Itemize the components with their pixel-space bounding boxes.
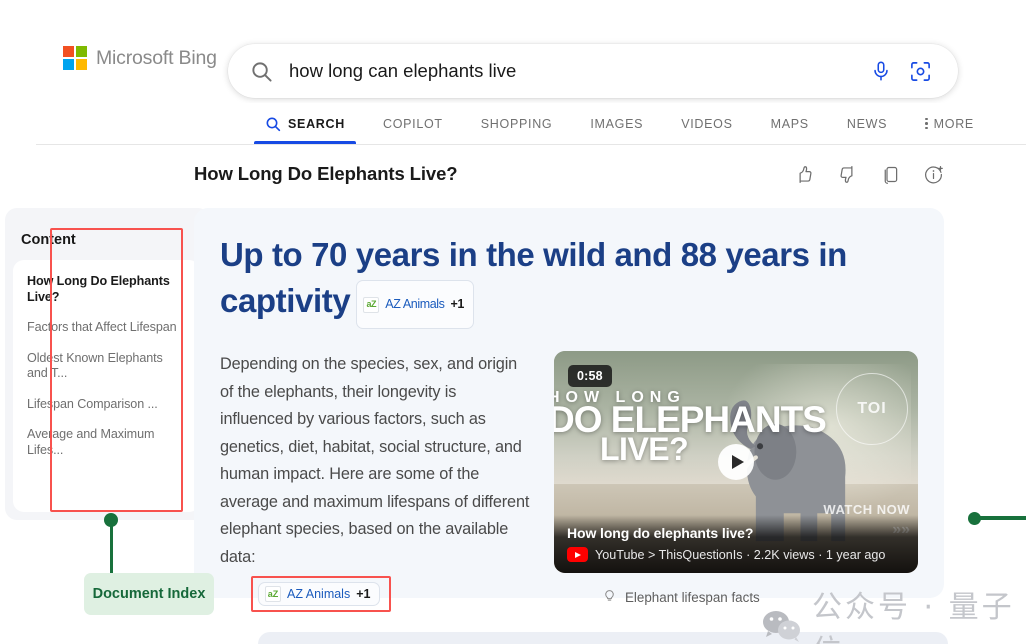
search-bar[interactable]: how long can elephants live [228, 44, 958, 98]
answer-header: How Long Do Elephants Live? [194, 163, 944, 185]
citation-more-count: +1 [356, 587, 370, 601]
tab-label: SHOPPING [481, 117, 553, 131]
tab-label: MAPS [771, 117, 809, 131]
video-title: How long do elephants live? [567, 525, 905, 541]
video-metadata: How long do elephants live? YouTube > Th… [554, 515, 918, 573]
video-result-card[interactable]: 0:58 HOW LONG DO ELEPHANTS LIVE? TOI WAT… [554, 351, 918, 573]
toi-brand-badge: TOI [836, 373, 908, 445]
nav-tabs: SEARCH COPILOT SHOPPING IMAGES VIDEOS MA… [36, 103, 1026, 145]
sidebar-item-2[interactable]: Oldest Known Elephants and T... [27, 351, 186, 382]
tab-maps[interactable]: MAPS [752, 103, 828, 144]
tab-copilot[interactable]: COPILOT [364, 103, 462, 144]
watermark: 公众号 · 量子位 [762, 582, 1026, 644]
tab-images[interactable]: IMAGES [571, 103, 662, 144]
answer-headline: Up to 70 years in the wild and 88 years … [220, 234, 918, 329]
kebab-menu-icon [925, 118, 928, 130]
answer-paragraph: Depending on the species, sex, and origi… [220, 351, 532, 573]
citation-source: AZ Animals [385, 284, 444, 325]
tab-label: VIDEOS [681, 117, 732, 131]
tab-videos[interactable]: VIDEOS [662, 103, 751, 144]
citation-chip-headline[interactable]: aZ AZ Animals+1 [356, 280, 474, 329]
az-animals-favicon-icon: aZ [363, 297, 379, 313]
youtube-icon [567, 547, 588, 562]
sidebar-item-0[interactable]: How Long Do Elephants Live? [27, 274, 186, 305]
thumbs-up-icon[interactable] [794, 164, 815, 185]
microsoft-logo-icon [63, 46, 87, 70]
search-input[interactable]: how long can elephants live [289, 60, 870, 82]
video-duration: 0:58 [568, 365, 612, 387]
related-suggestion[interactable]: Elephant lifespan facts [602, 586, 760, 608]
microphone-icon[interactable] [870, 60, 892, 82]
bing-header: Microsoft Bing how long can elephants li… [36, 10, 1026, 103]
tab-label: MORE [934, 117, 974, 131]
video-overlay-line2: DO ELEPHANTS [554, 404, 826, 435]
bing-wordmark: Microsoft Bing [96, 47, 217, 70]
citation-chip-body-wrap: aZ AZ Animals +1 [258, 582, 380, 606]
tab-shopping[interactable]: SHOPPING [462, 103, 572, 144]
tab-label: SEARCH [288, 117, 345, 131]
search-icon [250, 60, 273, 83]
lightbulb-icon [602, 586, 617, 608]
tab-label: IMAGES [590, 117, 643, 131]
sidebar-heading: Content [21, 232, 76, 248]
bing-logo[interactable]: Microsoft Bing [63, 46, 217, 70]
citation-chip-body[interactable]: aZ AZ Animals +1 [258, 582, 380, 606]
info-sparkle-icon[interactable] [923, 164, 944, 185]
tab-label: COPILOT [383, 117, 443, 131]
video-thumbnail-text: HOW LONG DO ELEPHANTS LIVE? [554, 391, 826, 462]
related-suggestion-label: Elephant lifespan facts [625, 590, 760, 605]
citation-source: AZ Animals [287, 587, 350, 601]
answer-card: Up to 70 years in the wild and 88 years … [194, 208, 944, 598]
annotation-right-line [978, 516, 1026, 520]
wechat-icon [762, 609, 802, 643]
active-tab-underline [254, 141, 356, 144]
answer-actions [794, 164, 944, 185]
copy-icon[interactable] [880, 164, 901, 185]
sidebar-item-3[interactable]: Lifespan Comparison ... [27, 397, 186, 413]
tab-label: NEWS [847, 117, 887, 131]
citation-more-count: +1 [451, 284, 464, 325]
sidebar-item-4[interactable]: Average and Maximum Lifes... [27, 427, 186, 458]
annotation-callout-label: Document Index [84, 573, 214, 615]
tab-more[interactable]: MORE [906, 103, 993, 144]
screenshot-root: Microsoft Bing how long can elephants li… [0, 0, 1026, 644]
video-source: YouTube > ThisQuestionIs · 2.2K views · … [595, 548, 885, 562]
page-title: How Long Do Elephants Live? [194, 163, 458, 185]
annotation-connector-line [110, 519, 113, 573]
az-animals-favicon-icon: aZ [265, 586, 281, 602]
watermark-text: 公众号 · 量子位 [812, 582, 1026, 644]
thumbs-down-icon[interactable] [837, 164, 858, 185]
sidebar-list[interactable]: How Long Do Elephants Live? Factors that… [13, 260, 200, 512]
sidebar-item-1[interactable]: Factors that Affect Lifespan [27, 320, 186, 336]
tab-search[interactable]: SEARCH [246, 103, 364, 144]
answer-headline-text: Up to 70 years in the wild and 88 years … [220, 236, 847, 319]
play-button-icon[interactable] [718, 444, 754, 480]
camera-lens-icon[interactable] [909, 60, 932, 83]
annotation-connector-dot [104, 513, 118, 527]
tab-news[interactable]: NEWS [828, 103, 906, 144]
document-index-panel: Content How Long Do Elephants Live? Fact… [5, 208, 210, 520]
